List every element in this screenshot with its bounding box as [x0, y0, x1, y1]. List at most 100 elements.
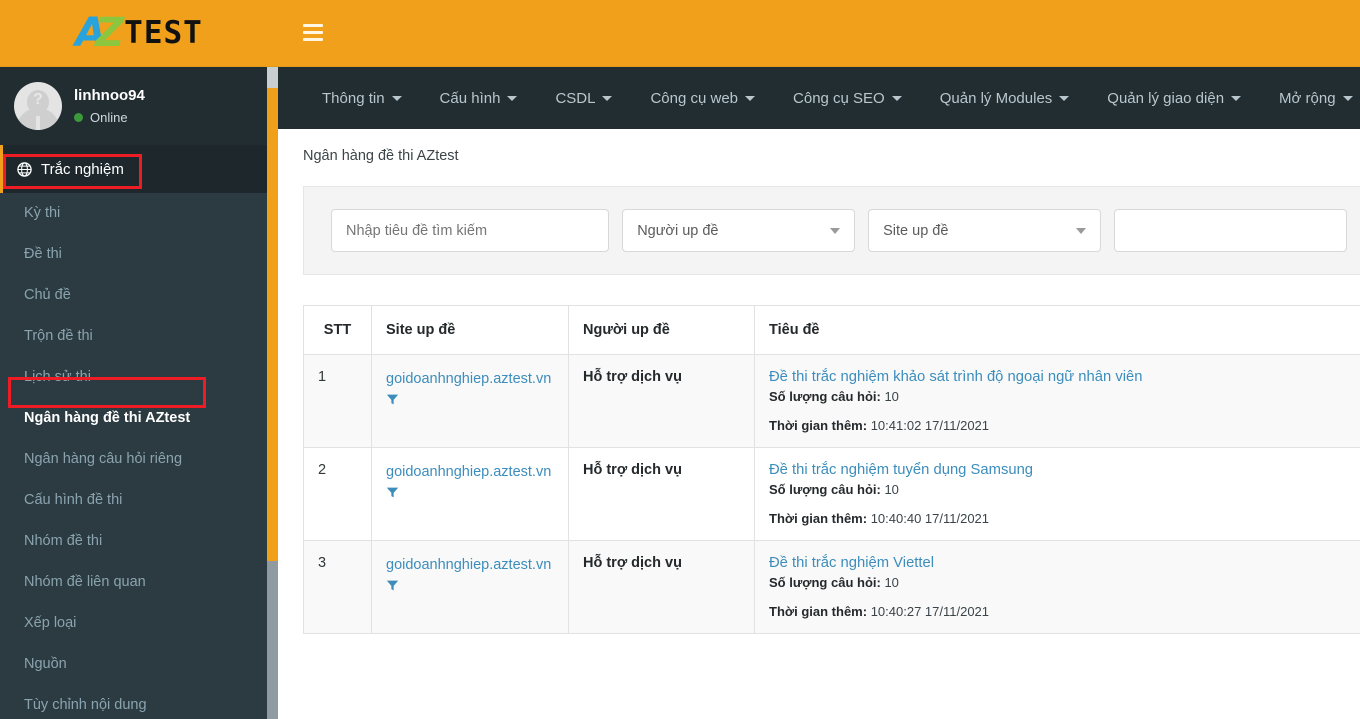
- user-status: Online: [74, 110, 145, 125]
- nav-item-cau-hinh[interactable]: Cấu hình: [421, 90, 537, 107]
- question-count-label: Số lượng câu hỏi:: [769, 575, 881, 590]
- column-header-site[interactable]: Site up đề: [371, 305, 569, 355]
- sidebar-item-label[interactable]: Đề thi: [0, 234, 278, 275]
- chevron-down-icon: [391, 95, 402, 101]
- nav-item-quan-ly-modules[interactable]: Quản lý Modules: [921, 90, 1089, 107]
- nav-item-cong-cu-web[interactable]: Công cụ web: [631, 90, 774, 107]
- cell-uploader: Hỗ trợ dịch vụ: [568, 540, 755, 634]
- search-input[interactable]: [331, 209, 610, 252]
- nav-item-label: Quản lý giao diện: [1107, 89, 1225, 107]
- added-time-value: 10:40:27 17/11/2021: [870, 604, 990, 619]
- exam-title-link[interactable]: Đề thi trắc nghiệm Viettel: [769, 555, 934, 571]
- brand-logo[interactable]: A Z TEST: [0, 0, 278, 67]
- column-header-uploader[interactable]: Người up đề: [568, 305, 755, 355]
- sidebar-item-label[interactable]: Tùy chỉnh nội dung: [0, 685, 278, 719]
- results-table: STT Site up đề Người up đề Tiêu đề 1 goi…: [303, 305, 1360, 634]
- question-count-label: Số lượng câu hỏi:: [769, 389, 881, 404]
- sidebar-item-tron-de-thi[interactable]: Trộn đề thi: [0, 316, 278, 357]
- nav-item-cong-cu-seo[interactable]: Công cụ SEO: [774, 90, 921, 107]
- table-row[interactable]: 2 goidoanhnghiep.aztest.vn Hỗ trợ dịch v…: [303, 447, 1360, 541]
- nav-item-label: Công cụ web: [650, 89, 739, 107]
- sidebar-item-nguon[interactable]: Nguồn: [0, 644, 278, 685]
- sidebar-section-label: Trắc nghiệm: [41, 160, 124, 178]
- funnel-icon[interactable]: [386, 579, 554, 596]
- site-link[interactable]: goidoanhnghiep.aztest.vn: [386, 555, 554, 576]
- topbar: [278, 0, 1360, 67]
- sidebar-item-ngan-hang-cau-hoi-rieng[interactable]: Ngân hàng câu hỏi riêng: [0, 439, 278, 480]
- cell-stt: 3: [303, 540, 372, 634]
- sidebar-item-cau-hinh-de-thi[interactable]: Cấu hình đề thi: [0, 480, 278, 521]
- nav-item-label: Công cụ SEO: [793, 89, 885, 107]
- column-header-title[interactable]: Tiêu đề: [754, 305, 1360, 355]
- user-meta: linhnoo94 Online: [74, 87, 145, 125]
- sidebar-item-label[interactable]: Nguồn: [0, 644, 278, 685]
- sidebar-item-label[interactable]: Ngân hàng đề thi AZtest: [0, 398, 278, 439]
- cell-title: Đề thi trắc nghiệm tuyển dụng Samsung Số…: [754, 447, 1360, 541]
- chevron-down-icon: [1231, 95, 1242, 101]
- main-content: Ngân hàng đề thi AZtest Người up đề Site…: [278, 129, 1360, 719]
- sidebar-item-label[interactable]: Ngân hàng câu hỏi riêng: [0, 439, 278, 480]
- nav-item-quan-ly-giao-dien[interactable]: Quản lý giao diện: [1088, 90, 1260, 107]
- avatar-question-mark: ?: [33, 91, 43, 108]
- sidebar-item-label[interactable]: Xếp loại: [0, 603, 278, 644]
- funnel-icon[interactable]: [386, 393, 554, 410]
- user-panel[interactable]: ? linhnoo94 Online: [0, 67, 278, 145]
- sidebar-item-label[interactable]: Kỳ thi: [0, 193, 278, 234]
- sidebar-item-ngan-hang-de-thi-aztest[interactable]: Ngân hàng đề thi AZtest: [0, 398, 278, 439]
- site-link[interactable]: goidoanhnghiep.aztest.vn: [386, 369, 554, 390]
- sidebar-item-label[interactable]: Nhóm đề thi: [0, 521, 278, 562]
- sidebar-item-tuy-chinh-noi-dung[interactable]: Tùy chỉnh nội dung: [0, 685, 278, 719]
- column-header-stt[interactable]: STT: [303, 305, 372, 355]
- results-table-container: STT Site up đề Người up đề Tiêu đề 1 goi…: [303, 305, 1360, 634]
- sidebar-item-de-thi[interactable]: Đề thi: [0, 234, 278, 275]
- exam-title-link[interactable]: Đề thi trắc nghiệm tuyển dụng Samsung: [769, 462, 1033, 478]
- sidebar-item-label[interactable]: Cấu hình đề thi: [0, 480, 278, 521]
- hamburger-line: [303, 38, 323, 41]
- sidebar-scrollbar-cap: [267, 67, 278, 88]
- added-time-value: 10:41:02 17/11/2021: [870, 418, 990, 433]
- chevron-down-icon: [507, 95, 518, 101]
- uploader-select[interactable]: Người up đề: [622, 209, 856, 252]
- sidebar-item-ky-thi[interactable]: Kỳ thi: [0, 193, 278, 234]
- sidebar-menu: Kỳ thi Đề thi Chủ đề Trộn đề thi Lịch sử…: [0, 193, 278, 719]
- site-link[interactable]: goidoanhnghiep.aztest.vn: [386, 462, 554, 483]
- table-header-row: STT Site up đề Người up đề Tiêu đề: [303, 305, 1360, 355]
- aztest-logo-icon: A Z TEST: [75, 13, 203, 53]
- sidebar-item-nhom-de-thi[interactable]: Nhóm đề thi: [0, 521, 278, 562]
- sidebar-item-chu-de[interactable]: Chủ đề: [0, 275, 278, 316]
- funnel-icon[interactable]: [386, 486, 554, 503]
- sidebar-scrollbar-thumb[interactable]: [267, 88, 278, 561]
- chevron-down-icon: [830, 227, 841, 234]
- sidebar-item-label[interactable]: Lịch sử thi: [0, 357, 278, 398]
- sidebar-item-lich-su-thi[interactable]: Lịch sử thi: [0, 357, 278, 398]
- sidebar: A Z TEST ? linhnoo94 Online Trắc nghiệm …: [0, 0, 278, 719]
- nav-item-mo-rong[interactable]: Mở rộng: [1260, 90, 1360, 107]
- site-select[interactable]: Site up đề: [868, 209, 1102, 252]
- nav-item-csdl[interactable]: CSDL: [536, 90, 631, 107]
- question-count-value: 10: [884, 575, 899, 590]
- user-name: linhnoo94: [74, 87, 145, 104]
- chevron-down-icon: [602, 95, 613, 101]
- table-row[interactable]: 3 goidoanhnghiep.aztest.vn Hỗ trợ dịch v…: [303, 540, 1360, 634]
- sidebar-section-trac-nghiem[interactable]: Trắc nghiệm: [0, 145, 278, 193]
- cell-uploader: Hỗ trợ dịch vụ: [568, 447, 755, 541]
- question-count-label: Số lượng câu hỏi:: [769, 482, 881, 497]
- cell-stt: 2: [303, 447, 372, 541]
- extra-select-truncated[interactable]: [1114, 209, 1347, 252]
- hamburger-line: [303, 24, 323, 27]
- cell-site: goidoanhnghiep.aztest.vn: [371, 447, 569, 541]
- chevron-down-icon: [745, 95, 756, 101]
- nav-item-thong-tin[interactable]: Thông tin: [303, 90, 421, 107]
- sidebar-item-label[interactable]: Chủ đề: [0, 275, 278, 316]
- hamburger-icon[interactable]: [303, 24, 323, 41]
- filter-panel: Người up đề Site up đề: [303, 186, 1360, 275]
- exam-title-link[interactable]: Đề thi trắc nghiệm khảo sát trình độ ngo…: [769, 369, 1142, 385]
- sidebar-item-label[interactable]: Nhóm đề liên quan: [0, 562, 278, 603]
- breadcrumb: Ngân hàng đề thi AZtest: [303, 148, 459, 164]
- sidebar-item-label[interactable]: Trộn đề thi: [0, 316, 278, 357]
- table-row[interactable]: 1 goidoanhnghiep.aztest.vn Hỗ trợ dịch v…: [303, 354, 1360, 448]
- sidebar-item-xep-loai[interactable]: Xếp loại: [0, 603, 278, 644]
- sidebar-item-nhom-de-lien-quan[interactable]: Nhóm đề liên quan: [0, 562, 278, 603]
- added-time-meta: Thời gian thêm: 10:40:40 17/11/2021: [769, 511, 1360, 526]
- nav-item-label: Mở rộng: [1279, 89, 1336, 107]
